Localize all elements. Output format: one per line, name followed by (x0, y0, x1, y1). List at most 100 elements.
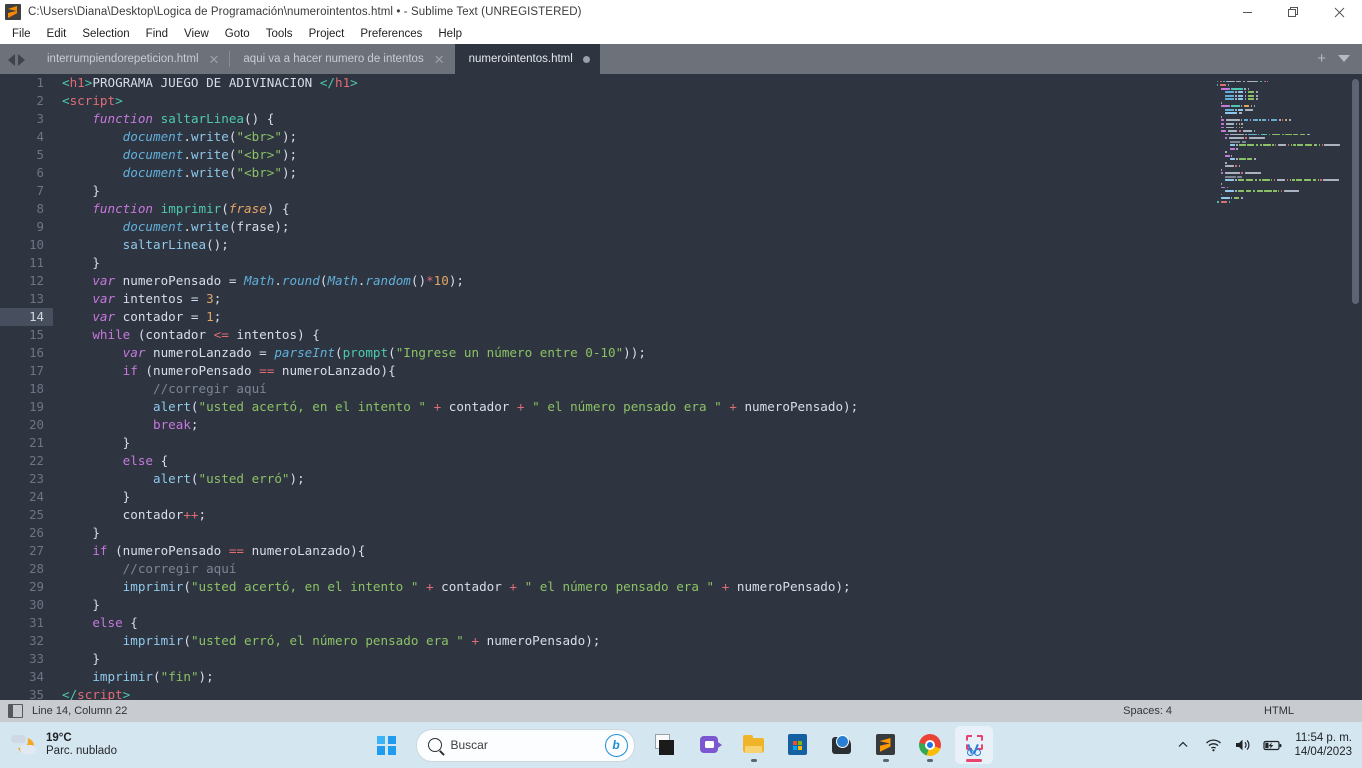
code-line[interactable]: 32 imprimir("usted erró, el número pensa… (0, 632, 1195, 650)
code-line[interactable]: 29 imprimir("usted acertó, en el intento… (0, 578, 1195, 596)
code-text[interactable]: alert("usted erró"); (53, 470, 305, 488)
code-text[interactable]: } (53, 254, 100, 272)
code-line[interactable]: 28 //corregir aquí (0, 560, 1195, 578)
code-line[interactable]: 6 document.write("<br>"); (0, 164, 1195, 182)
code-text[interactable]: } (53, 650, 100, 668)
code-line[interactable]: 30 } (0, 596, 1195, 614)
editor-pane[interactable]: 1 <h1>PROGRAMA JUEGO DE ADIVINACION </h1>… (0, 74, 1362, 700)
code-line[interactable]: 13 var intentos = 3; (0, 290, 1195, 308)
code-line[interactable]: 8 function imprimir(frase) { (0, 200, 1195, 218)
search-box[interactable]: Buscar b (415, 728, 635, 762)
code-text[interactable]: } (53, 596, 100, 614)
search-input[interactable]: Buscar (451, 738, 605, 752)
code-text[interactable]: <script> (53, 92, 123, 110)
code-line[interactable]: 15 while (contador <= intentos) { (0, 326, 1195, 344)
code-text[interactable]: break; (53, 416, 199, 434)
code-line[interactable]: 5 document.write("<br>"); (0, 146, 1195, 164)
speaker-icon[interactable] (1228, 722, 1258, 768)
code-line[interactable]: 17 if (numeroPensado == numeroLanzado){ (0, 362, 1195, 380)
code-line[interactable]: 19 alert("usted acertó, en el intento " … (0, 398, 1195, 416)
code-text[interactable]: <h1>PROGRAMA JUEGO DE ADIVINACION </h1> (53, 74, 358, 92)
wifi-icon[interactable] (1198, 722, 1228, 768)
restore-button[interactable] (1270, 0, 1316, 24)
unsaved-indicator-icon[interactable] (582, 55, 590, 63)
code-line[interactable]: 21 } (0, 434, 1195, 452)
start-button[interactable] (370, 728, 404, 762)
code-line[interactable]: 9 document.write(frase); (0, 218, 1195, 236)
code-text[interactable]: if (numeroPensado == numeroLanzado){ (53, 362, 396, 380)
editor-tab-2[interactable]: numerointentos.html (454, 44, 600, 74)
code-text[interactable]: else { (53, 452, 169, 470)
code-line[interactable]: 2 <script> (0, 92, 1195, 110)
taskbar-item-file-explorer[interactable] (735, 726, 773, 764)
code-text[interactable]: var numeroLanzado = parseInt(prompt("Ing… (53, 344, 646, 362)
code-text[interactable]: else { (53, 614, 138, 632)
code-text[interactable]: document.write("<br>"); (53, 164, 297, 182)
tab-scroll-arrows[interactable] (0, 54, 33, 74)
code-line[interactable]: 22 else { (0, 452, 1195, 470)
menu-item-selection[interactable]: Selection (74, 26, 137, 42)
tab-scroll-right-icon[interactable] (18, 54, 25, 66)
code-line[interactable]: 10 saltarLinea(); (0, 236, 1195, 254)
indentation-setting[interactable]: Spaces: 4 (1123, 705, 1172, 717)
code-text[interactable]: if (numeroPensado == numeroLanzado){ (53, 542, 365, 560)
new-tab-button[interactable]: + (1317, 51, 1326, 66)
minimap[interactable] (1195, 74, 1362, 700)
code-text[interactable]: alert("usted acertó, en el intento " + c… (53, 398, 858, 416)
menu-item-file[interactable]: File (4, 26, 39, 42)
tab-scroll-left-icon[interactable] (8, 54, 15, 66)
editor-tab-1[interactable]: aqui va a hacer numero de intentos ✕ (229, 44, 454, 74)
code-text[interactable]: function saltarLinea() { (53, 110, 274, 128)
syntax-setting[interactable]: HTML (1264, 705, 1294, 717)
code-line[interactable]: 4 document.write("<br>"); (0, 128, 1195, 146)
code-line[interactable]: 35 </script> (0, 686, 1195, 700)
code-text[interactable]: document.write(frase); (53, 218, 290, 236)
code-text[interactable]: imprimir("usted erró, el número pensado … (53, 632, 601, 650)
editor-tab-0[interactable]: interrumpiendorepeticion.html ✕ (33, 44, 229, 74)
taskbar-item-sublime-text[interactable] (867, 726, 905, 764)
sidebar-toggle-icon[interactable] (8, 704, 23, 718)
code-line[interactable]: 26 } (0, 524, 1195, 542)
code-text[interactable]: </script> (53, 686, 130, 700)
taskbar-item-microsoft-teams[interactable] (691, 726, 729, 764)
code-text[interactable]: var contador = 1; (53, 308, 221, 326)
code-text[interactable]: imprimir("fin"); (53, 668, 213, 686)
chevron-down-icon[interactable] (1338, 55, 1350, 62)
menu-item-goto[interactable]: Goto (217, 26, 258, 42)
menu-item-view[interactable]: View (176, 26, 217, 42)
close-icon[interactable]: ✕ (434, 53, 445, 66)
code-line[interactable]: 33 } (0, 650, 1195, 668)
menu-item-project[interactable]: Project (301, 26, 353, 42)
code-text[interactable]: } (53, 488, 131, 506)
code-text[interactable]: document.write("<br>"); (53, 146, 297, 164)
code-line[interactable]: 34 imprimir("fin"); (0, 668, 1195, 686)
menu-item-edit[interactable]: Edit (39, 26, 75, 42)
bing-chat-icon[interactable]: b (604, 733, 628, 757)
taskbar-item-microsoft-store[interactable] (779, 726, 817, 764)
minimize-button[interactable] (1224, 0, 1270, 24)
code-text[interactable]: } (53, 524, 100, 542)
code-text[interactable]: function imprimir(frase) { (53, 200, 289, 218)
code-line[interactable]: 7 } (0, 182, 1195, 200)
menu-item-tools[interactable]: Tools (258, 26, 301, 42)
code-line[interactable]: 3 function saltarLinea() { (0, 110, 1195, 128)
code-line[interactable]: 11 } (0, 254, 1195, 272)
code-text[interactable]: var intentos = 3; (53, 290, 221, 308)
tray-overflow-icon[interactable] (1168, 722, 1198, 768)
code-line[interactable]: 31 else { (0, 614, 1195, 632)
code-line[interactable]: 16 var numeroLanzado = parseInt(prompt("… (0, 344, 1195, 362)
battery-charging-icon[interactable] (1258, 722, 1288, 768)
code-text[interactable]: imprimir("usted acertó, en el intento " … (53, 578, 851, 596)
clock[interactable]: 11:54 p. m. 14/04/2023 (1294, 731, 1352, 760)
code-text[interactable]: //corregir aquí (53, 560, 237, 578)
code-line[interactable]: 23 alert("usted erró"); (0, 470, 1195, 488)
code-text[interactable]: contador++; (53, 506, 206, 524)
taskbar-item-dark-app[interactable] (823, 726, 861, 764)
code-text[interactable]: //corregir aquí (53, 380, 267, 398)
code-line[interactable]: 14 var contador = 1; (0, 308, 1195, 326)
code-view[interactable]: 1 <h1>PROGRAMA JUEGO DE ADIVINACION </h1>… (0, 74, 1195, 700)
menu-item-find[interactable]: Find (138, 26, 176, 42)
menu-item-preferences[interactable]: Preferences (352, 26, 430, 42)
code-text[interactable]: document.write("<br>"); (53, 128, 297, 146)
code-text[interactable]: var numeroPensado = Math.round(Math.rand… (53, 272, 464, 290)
